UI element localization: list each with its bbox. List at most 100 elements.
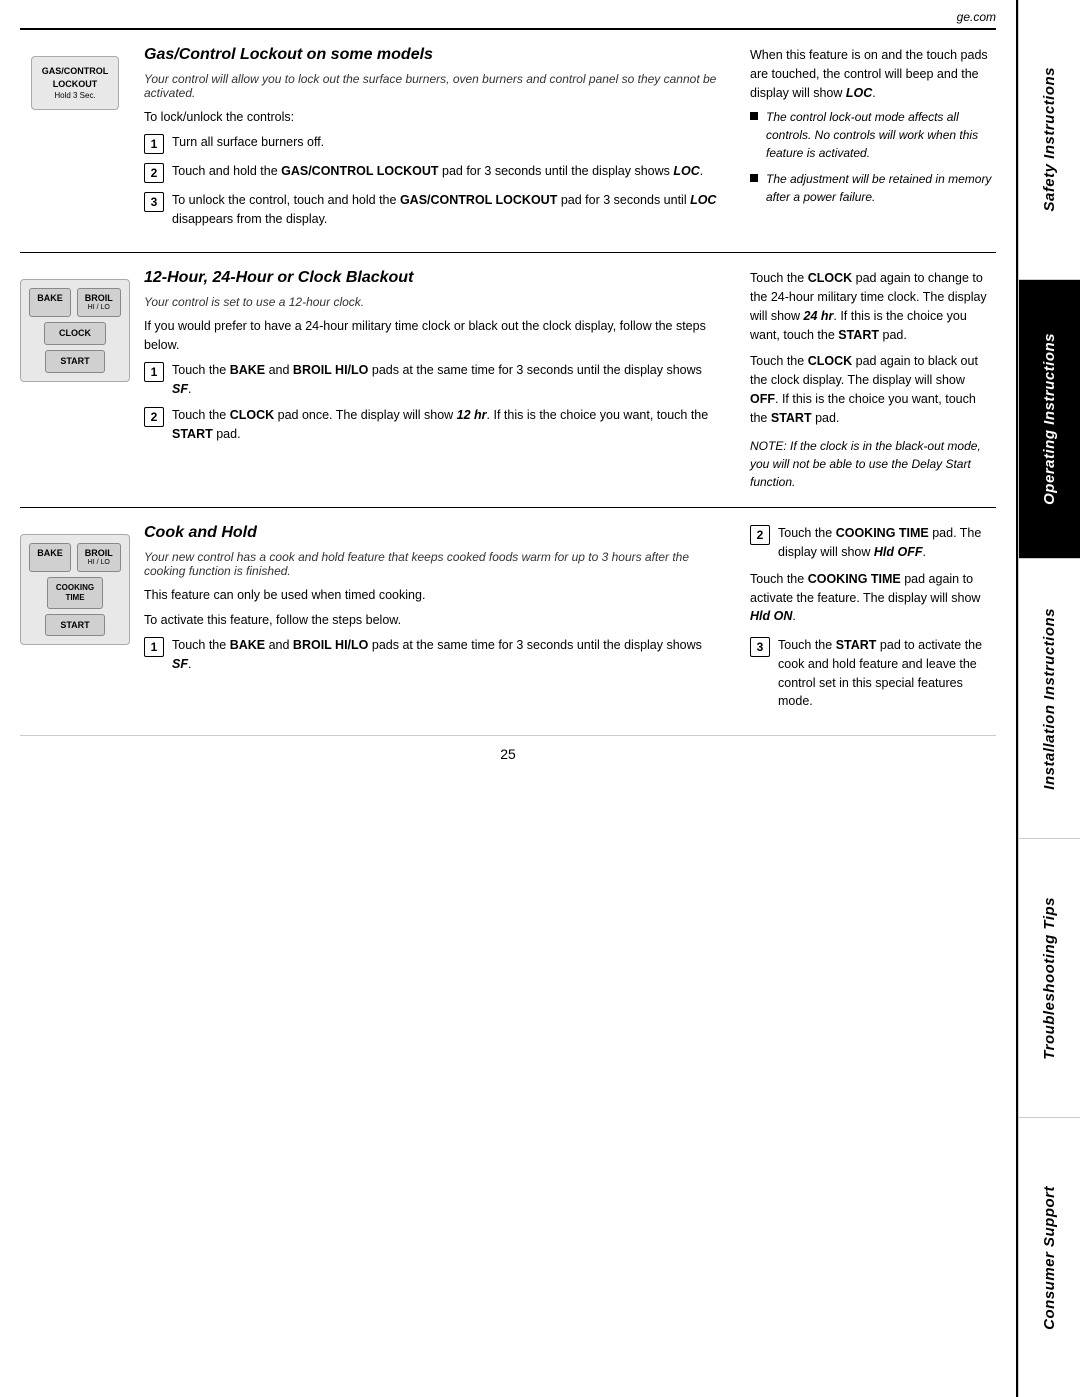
clock-step-text-2: Touch the CLOCK pad once. The display wi… (172, 406, 722, 444)
cook-hold-control-box: Bake Broil Hi / Lo CookingTime Start (20, 534, 130, 645)
cook-hold-right: 2 Touch the COOKING TIME pad. The displa… (736, 524, 996, 719)
gas-lockout-step-2: 2 Touch and hold the GAS/CONTROL LOCKOUT… (144, 162, 722, 183)
cook-hold-right-para: Touch the COOKING TIME pad again to acti… (750, 570, 996, 626)
cook-hold-subtitle: Your new control has a cook and hold fea… (144, 550, 722, 578)
cook-hold-right-step-text-2: Touch the COOKING TIME pad. The display … (778, 524, 996, 562)
gas-lockout-title: Gas/Control Lockout on some models (144, 46, 722, 64)
step-num-3: 3 (144, 192, 164, 212)
lockout-line1: Gas/Control (42, 65, 109, 78)
cook-hold-title-text: Cook and Hold (144, 524, 257, 541)
cook-hold-top-row: Bake Broil Hi / Lo (31, 543, 119, 572)
clock-icon-panel: Bake Broil Hi / Lo Clock Start (20, 269, 130, 491)
tab-consumer-support[interactable]: Consumer Support (1019, 1118, 1080, 1397)
clock-content: 12-Hour, 24-Hour or Clock Blackout Your … (130, 269, 736, 491)
cook-hold-step-num-1: 1 (144, 637, 164, 657)
side-tabs: Safety Instructions Operating Instructio… (1018, 0, 1080, 1397)
bake-btn: Bake (29, 288, 71, 317)
tab-troubleshooting-label: Troubleshooting Tips (1041, 897, 1058, 1060)
clock-steps: 1 Touch the BAKE and BROIL HI/LO pads at… (144, 361, 722, 444)
clock-title-text: 12-Hour, 24-Hour or Clock Blackout (144, 269, 413, 286)
cook-broil-btn: Broil Hi / Lo (77, 543, 121, 572)
clock-control-box: Bake Broil Hi / Lo Clock Start (20, 279, 130, 382)
broil-sub: Hi / Lo (85, 304, 113, 312)
tab-consumer-support-label: Consumer Support (1041, 1186, 1058, 1330)
step-text-1: Turn all surface burners off. (172, 133, 722, 152)
tab-operating[interactable]: Operating Instructions (1019, 280, 1080, 560)
cooking-time-btn: CookingTime (47, 577, 103, 608)
page-wrapper: ge.com Gas/Control Lockout Hold 3 Sec. G… (0, 0, 1080, 1397)
section-gas-lockout: Gas/Control Lockout Hold 3 Sec. Gas/Cont… (20, 30, 996, 253)
gas-lockout-step-3: 3 To unlock the control, touch and hold … (144, 191, 722, 229)
clock-intro: If you would prefer to have a 24-hour mi… (144, 317, 722, 355)
site-url: ge.com (957, 10, 996, 24)
tab-installation-label: Installation Instructions (1041, 608, 1058, 790)
bullet-sq-1 (750, 112, 758, 120)
clock-note: NOTE: If the clock is in the black-out m… (750, 437, 996, 491)
tab-troubleshooting[interactable]: Troubleshooting Tips (1019, 839, 1080, 1119)
top-bar: ge.com (20, 10, 996, 30)
gas-lockout-content: Gas/Control Lockout on some models Your … (130, 46, 736, 236)
lockout-icon-panel: Gas/Control Lockout Hold 3 Sec. (20, 46, 130, 236)
gas-lockout-step-1: 1 Turn all surface burners off. (144, 133, 722, 154)
cook-bake-btn: Bake (29, 543, 71, 572)
clock-step-2: 2 Touch the CLOCK pad once. The display … (144, 406, 722, 444)
cook-hold-title: Cook and Hold (144, 524, 722, 542)
section-cook-hold: Bake Broil Hi / Lo CookingTime Start Coo… (20, 508, 996, 735)
section-clock: Bake Broil Hi / Lo Clock Start 12-Hour, … (20, 253, 996, 508)
clock-step-text-1: Touch the BAKE and BROIL HI/LO pads at t… (172, 361, 722, 399)
gas-lockout-steps: 1 Turn all surface burners off. 2 Touch … (144, 133, 722, 229)
step-num-1: 1 (144, 134, 164, 154)
gas-lockout-right: When this feature is on and the touch pa… (736, 46, 996, 236)
cook-hold-intro2: To activate this feature, follow the ste… (144, 611, 722, 630)
tab-installation[interactable]: Installation Instructions (1019, 559, 1080, 839)
bullet-text-2: The adjustment will be retained in memor… (766, 170, 996, 206)
cook-hold-content: Cook and Hold Your new control has a coo… (130, 524, 736, 719)
tab-safety[interactable]: Safety Instructions (1019, 0, 1080, 280)
lockout-line3: Hold 3 Sec. (42, 90, 109, 101)
main-content: ge.com Gas/Control Lockout Hold 3 Sec. G… (0, 0, 1018, 1397)
bullet-text-1: The control lock-out mode affects all co… (766, 108, 996, 162)
gas-lockout-title-suffix: on some models (302, 46, 433, 63)
cook-broil-sub: Hi / Lo (85, 559, 113, 567)
clock-subtitle: Your control is set to use a 12-hour clo… (144, 295, 722, 309)
clock-btn: Clock (44, 322, 106, 345)
tab-safety-label: Safety Instructions (1041, 67, 1058, 212)
page-number: 25 (20, 735, 996, 768)
clock-right: Touch the CLOCK pad again to change to t… (736, 269, 996, 491)
gas-lockout-intro: To lock/unlock the controls: (144, 108, 722, 127)
cook-hold-step-text-1: Touch the BAKE and BROIL HI/LO pads at t… (172, 636, 722, 674)
lockout-box: Gas/Control Lockout Hold 3 Sec. (31, 56, 120, 110)
step-text-3: To unlock the control, touch and hold th… (172, 191, 722, 229)
cook-broil-label: Broil (85, 548, 113, 558)
cook-hold-right-step-num-3: 3 (750, 637, 770, 657)
gas-lockout-title-bold: Gas/Control Lockout (144, 46, 302, 63)
step-text-2: Touch and hold the GAS/CONTROL LOCKOUT p… (172, 162, 722, 181)
cook-hold-intro1: This feature can only be used when timed… (144, 586, 722, 605)
cook-hold-right-step-num-2: 2 (750, 525, 770, 545)
clock-step-num-1: 1 (144, 362, 164, 382)
clock-title: 12-Hour, 24-Hour or Clock Blackout (144, 269, 722, 287)
cook-hold-right-step-2: 2 Touch the COOKING TIME pad. The displa… (750, 524, 996, 562)
gas-lockout-right-intro: When this feature is on and the touch pa… (750, 46, 996, 102)
clock-right-para-1: Touch the CLOCK pad again to change to t… (750, 269, 996, 344)
cook-hold-step-1: 1 Touch the BAKE and BROIL HI/LO pads at… (144, 636, 722, 674)
gas-lockout-subtitle: Your control will allow you to lock out … (144, 72, 722, 100)
start-btn: Start (45, 350, 104, 373)
cook-hold-steps: 1 Touch the BAKE and BROIL HI/LO pads at… (144, 636, 722, 674)
cook-hold-icon-panel: Bake Broil Hi / Lo CookingTime Start (20, 524, 130, 719)
broil-label: Broil (85, 293, 113, 303)
cook-hold-right-step-text-3: Touch the START pad to activate the cook… (778, 636, 996, 711)
lockout-line2: Lockout (42, 78, 109, 91)
clock-top-row: Bake Broil Hi / Lo (31, 288, 119, 317)
clock-step-num-2: 2 (144, 407, 164, 427)
broil-btn: Broil Hi / Lo (77, 288, 121, 317)
tab-operating-label: Operating Instructions (1041, 333, 1058, 505)
cook-start-btn: Start (45, 614, 104, 637)
bullet-sq-2 (750, 174, 758, 182)
gas-lockout-bullet-1: The control lock-out mode affects all co… (750, 108, 996, 162)
clock-step-1: 1 Touch the BAKE and BROIL HI/LO pads at… (144, 361, 722, 399)
gas-lockout-bullet-2: The adjustment will be retained in memor… (750, 170, 996, 206)
cook-hold-right-step-3: 3 Touch the START pad to activate the co… (750, 636, 996, 711)
clock-right-para-2: Touch the CLOCK pad again to black out t… (750, 352, 996, 427)
cooking-time-label: CookingTime (56, 583, 94, 602)
